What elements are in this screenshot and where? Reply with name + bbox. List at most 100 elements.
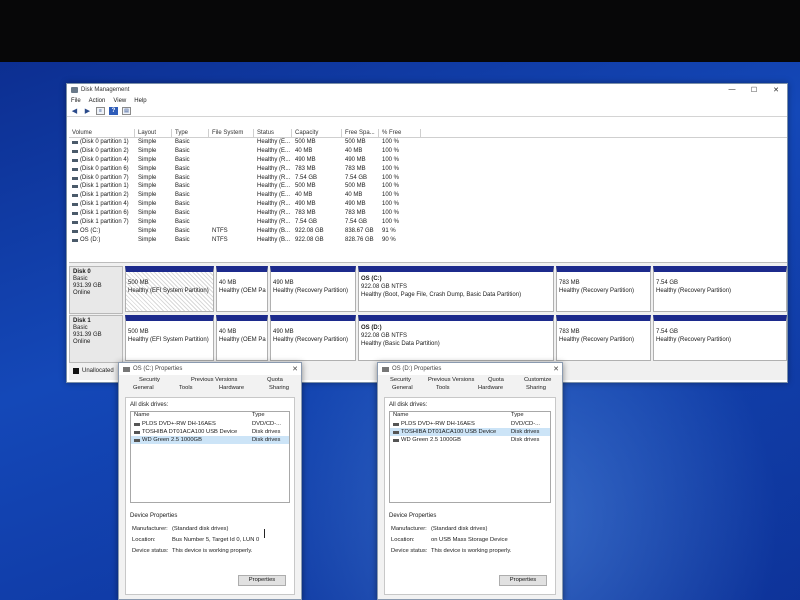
dialog-title: OS (D:) Properties	[392, 366, 442, 372]
drive-row[interactable]: WD Green 2.5 1000GB Disk drives	[390, 436, 550, 444]
partition-box[interactable]: 783 MB Healthy (Recovery Partition)	[556, 315, 651, 361]
col-free-space[interactable]: Free Spa...	[342, 129, 379, 137]
col-status[interactable]: Status	[254, 129, 292, 137]
volume-row[interactable]: (Disk 0 partition 6) Simple Basic Healthy (…	[69, 165, 787, 174]
disk-1-label[interactable]: Disk 1 Basic 931.39 GB Online	[69, 315, 123, 363]
minimize-button[interactable]: —	[721, 86, 743, 94]
partition-box[interactable]: 490 MB Healthy (Recovery Partition)	[270, 266, 356, 312]
title-bar[interactable]: Disk Management — ☐ ✕	[67, 84, 787, 96]
col-volume[interactable]: Volume	[69, 129, 135, 137]
partition-size: 500 MB	[128, 329, 149, 335]
close-button[interactable]: ✕	[765, 86, 787, 94]
drive-row[interactable]: TOSHIBA DT01ACA100 USB Device Disk drives	[131, 428, 289, 436]
col-type[interactable]: Type	[172, 129, 209, 137]
col-capacity[interactable]: Capacity	[292, 129, 342, 137]
partition-box[interactable]: 7.54 GB Healthy (Recovery Partition)	[653, 266, 787, 312]
menu-action[interactable]: Action	[89, 98, 106, 104]
volume-row[interactable]: (Disk 1 partition 4) Simple Basic Healthy (…	[69, 200, 787, 209]
cell-file-system	[209, 191, 254, 200]
partition-box[interactable]: 40 MB Healthy (OEM Pa	[216, 266, 268, 312]
cell-type: Basic	[175, 236, 190, 243]
properties-button[interactable]: Properties	[238, 575, 286, 586]
volume-row[interactable]: OS (C:) Simple Basic NTFS Healthy (B... 922.0…	[69, 227, 787, 236]
cell-free-space: 783 MB	[345, 210, 366, 217]
tab-customize[interactable]: Customize	[524, 377, 551, 383]
dialog-title-bar[interactable]: OS (D:) Properties ✕	[378, 363, 562, 375]
tab-sharing[interactable]: Sharing	[269, 385, 289, 391]
tab-sharing[interactable]: Sharing	[526, 385, 546, 391]
disk-drives-list[interactable]: Name Type PLDS DVD+-RW DH-16AES DVD/CD-..…	[130, 411, 290, 503]
cell-status: Healthy (R...	[257, 156, 291, 163]
cell-percent-free: 100 %	[382, 201, 400, 208]
volume-row[interactable]: OS (D:) Simple Basic NTFS Healthy (B... 922.0…	[69, 236, 787, 245]
volume-name: (Disk 0 partition 4)	[80, 156, 129, 163]
drive-row[interactable]: PLDS DVD+-RW DH-16AES DVD/CD-...	[131, 420, 289, 428]
menu-view[interactable]: View	[113, 98, 126, 104]
manufacturer-label: Manufacturer:	[391, 526, 427, 532]
tab-security[interactable]: Security	[390, 377, 411, 383]
volume-row[interactable]: (Disk 1 partition 6) Simple Basic Healthy (…	[69, 209, 787, 218]
cell-type: Basic	[175, 165, 190, 172]
tab-quota[interactable]: Quota	[488, 377, 504, 383]
col-name[interactable]: Name	[131, 412, 249, 420]
tab-tools[interactable]: Tools	[179, 385, 193, 391]
dialog-close-button[interactable]: ✕	[289, 365, 301, 373]
tab-hardware[interactable]: Hardware	[478, 385, 503, 391]
drive-row[interactable]: PLDS DVD+-RW DH-16AES DVD/CD-...	[390, 420, 550, 428]
tab-hardware[interactable]: Hardware	[219, 385, 244, 391]
list-view-icon[interactable]: ≡	[96, 107, 105, 115]
col-type[interactable]: Type	[508, 412, 524, 420]
cell-layout: Simple	[138, 174, 157, 181]
volume-row[interactable]: (Disk 1 partition 2) Simple Basic Healthy (…	[69, 191, 787, 200]
volume-row[interactable]: (Disk 0 partition 2) Simple Basic Healthy (…	[69, 147, 787, 156]
cell-status: Healthy (E...	[257, 192, 291, 199]
cell-volume: (Disk 1 partition 6)	[69, 209, 135, 218]
col-type[interactable]: Type	[249, 412, 265, 420]
dialog-close-button[interactable]: ✕	[550, 365, 562, 373]
forward-arrow-icon[interactable]: ▶	[83, 107, 92, 115]
tab-previous-versions[interactable]: Previous Versions	[428, 377, 474, 383]
help-icon[interactable]: ?	[109, 107, 118, 115]
tab-general[interactable]: General	[133, 385, 154, 391]
disk-0-label[interactable]: Disk 0 Basic 931.39 GB Online	[69, 266, 123, 314]
tab-security[interactable]: Security	[139, 377, 160, 383]
col-file-system[interactable]: File System	[209, 129, 254, 137]
disk-drives-list[interactable]: Name Type PLDS DVD+-RW DH-16AES DVD/CD-..…	[389, 411, 551, 503]
disk-view-icon[interactable]: ▤	[122, 107, 131, 115]
tab-previous-versions[interactable]: Previous Versions	[191, 377, 237, 383]
partition-box[interactable]: 500 MB Healthy (EFI System Partition)	[125, 266, 214, 312]
volume-row[interactable]: (Disk 1 partition 1) Simple Basic Healthy (…	[69, 182, 787, 191]
partition-box[interactable]: 783 MB Healthy (Recovery Partition)	[556, 266, 651, 312]
partition-box[interactable]: 7.54 GB Healthy (Recovery Partition)	[653, 315, 787, 361]
dialog-tabs: Security Previous Versions Quota General…	[119, 375, 301, 395]
tab-tools[interactable]: Tools	[436, 385, 450, 391]
dialog-title-bar[interactable]: OS (C:) Properties ✕	[119, 363, 301, 375]
drive-row-selected[interactable]: TOSHIBA DT01ACA100 USB Device Disk drives	[390, 428, 550, 436]
partition-box[interactable]: 500 MB Healthy (EFI System Partition)	[125, 315, 214, 361]
partition-box[interactable]: 490 MB Healthy (Recovery Partition)	[270, 315, 356, 361]
partition-status: Healthy (Boot, Page File, Crash Dump, Ba…	[361, 292, 522, 298]
partition-box[interactable]: OS (D:) 922.08 GB NTFS Healthy (Basic Data…	[358, 315, 554, 361]
volume-row[interactable]: (Disk 0 partition 1) Simple Basic Healthy (…	[69, 138, 787, 147]
back-arrow-icon[interactable]: ◀	[70, 107, 79, 115]
menu-help[interactable]: Help	[134, 98, 146, 104]
cell-capacity: 500 MB	[295, 139, 316, 145]
partition-box[interactable]: OS (C:) 922.08 GB NTFS Healthy (Boot, Page…	[358, 266, 554, 312]
dvd-drive-icon	[393, 422, 399, 426]
col-percent-free[interactable]: % Free	[379, 129, 421, 137]
col-name[interactable]: Name	[390, 412, 508, 420]
maximize-button[interactable]: ☐	[743, 86, 765, 94]
tab-quota[interactable]: Quota	[267, 377, 283, 383]
legend: Unallocated	[69, 366, 114, 376]
col-layout[interactable]: Layout	[135, 129, 172, 137]
volume-row[interactable]: (Disk 0 partition 7) Simple Basic Healthy (…	[69, 174, 787, 183]
partition-box[interactable]: 40 MB Healthy (OEM Pa	[216, 315, 268, 361]
volume-row[interactable]: (Disk 0 partition 4) Simple Basic Healthy (…	[69, 156, 787, 165]
manufacturer-value: (Standard disk drives)	[431, 526, 488, 532]
volume-row[interactable]: (Disk 1 partition 7) Simple Basic Healthy (…	[69, 218, 787, 227]
drive-row-selected[interactable]: WD Green 2.5 1000GB Disk drives	[131, 436, 289, 444]
properties-button[interactable]: Properties	[499, 575, 547, 586]
menu-file[interactable]: File	[71, 98, 81, 104]
partition-size: 783 MB	[559, 280, 580, 286]
tab-general[interactable]: General	[392, 385, 413, 391]
